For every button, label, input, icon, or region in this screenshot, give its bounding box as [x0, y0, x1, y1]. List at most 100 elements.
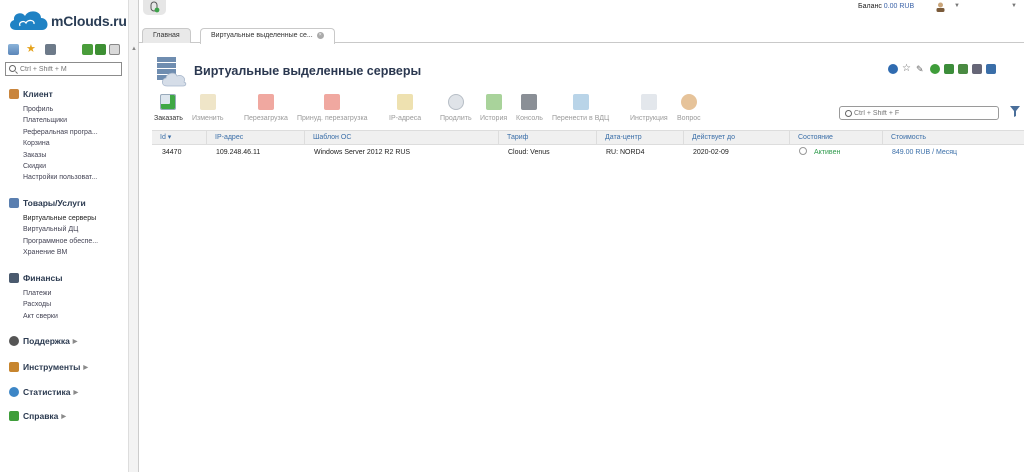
client-icon	[9, 89, 19, 99]
balance-label: Баланс	[858, 3, 882, 10]
logo[interactable]: mClouds.ru	[8, 6, 133, 36]
history-icon	[485, 94, 502, 110]
column-header-cost[interactable]: Стоимость	[882, 131, 1024, 145]
chevron-right-icon: ▶	[83, 364, 89, 371]
question-button[interactable]: Вопрос	[677, 94, 701, 122]
console-button[interactable]: Консоль	[516, 94, 543, 122]
tab-bar: Главная Виртуальные выделенные се... ×	[139, 26, 1024, 44]
pin-icon[interactable]: ✎	[916, 64, 926, 74]
sidebar-group-services: Товары/Услуги Виртуальные серверы Виртуа…	[9, 197, 98, 259]
globe-icon[interactable]	[930, 64, 940, 74]
refresh-icon[interactable]	[888, 64, 898, 74]
favorite-star-icon[interactable]: ☆	[902, 64, 912, 74]
force-reboot-button[interactable]: Принуд. перезагрузка	[297, 94, 368, 122]
instruction-button[interactable]: Инструкция	[630, 94, 668, 122]
user-avatar-icon[interactable]	[936, 2, 945, 12]
star-icon[interactable]: ★	[26, 44, 37, 55]
sidebar-item-software[interactable]: Программное обеспе...	[23, 236, 98, 247]
column-header-dc[interactable]: Дата-центр	[596, 131, 683, 145]
reboot-button[interactable]: Перезагрузка	[244, 94, 288, 122]
sidebar-item-virtual-dc[interactable]: Виртуальный ДЦ	[23, 224, 98, 235]
cell-until: 2020-02-09	[693, 149, 729, 156]
ip-icon	[397, 94, 414, 110]
sidebar-item-vm-storage[interactable]: Хранение ВМ	[23, 247, 98, 258]
sidebar-item-expenses[interactable]: Расходы	[23, 299, 62, 310]
expand-icon[interactable]	[82, 44, 93, 55]
sidebar-collapse-strip[interactable]: ▲	[128, 0, 139, 472]
chevron-right-icon: ▶	[72, 338, 78, 345]
console-icon	[521, 94, 538, 110]
history-button[interactable]: История	[480, 94, 507, 122]
sidebar-item-discounts[interactable]: Скидки	[23, 161, 98, 172]
chevron-right-icon: ▶	[61, 413, 67, 420]
sidebar-item-payers[interactable]: Плательщики	[23, 115, 98, 126]
excel-icon[interactable]	[958, 64, 968, 74]
collapse-icon[interactable]	[95, 44, 106, 55]
sidebar-item-profile[interactable]: Профиль	[23, 104, 98, 115]
sort-desc-icon: ▾	[167, 134, 172, 141]
export-icon[interactable]	[944, 64, 954, 74]
sidebar-item-referral[interactable]: Реферальная програ...	[23, 127, 98, 138]
table-row[interactable]: 34470 109.248.46.11 Windows Server 2012 …	[152, 145, 1024, 160]
filter-icon[interactable]	[1010, 106, 1020, 117]
search-icon	[845, 110, 852, 117]
sidebar-item-reconciliation[interactable]: Акт сверки	[23, 311, 62, 322]
services-icon	[9, 198, 19, 208]
sidebar-item-cart[interactable]: Корзина	[23, 138, 98, 149]
server-cloud-icon	[157, 57, 187, 87]
sidebar-item-orders[interactable]: Заказы	[23, 150, 98, 161]
instruction-icon	[640, 94, 657, 110]
clock-icon	[447, 94, 464, 110]
sidebar-group-title[interactable]: Товары/Услуги	[9, 197, 98, 209]
sidebar-group-title[interactable]: Клиент	[9, 88, 98, 100]
user-menu-caret-icon[interactable]: ▼	[954, 3, 960, 9]
cell-id: 34470	[162, 149, 182, 156]
edit-button[interactable]: Изменить	[192, 94, 224, 122]
reboot-icon	[257, 94, 274, 110]
renew-button[interactable]: Продлить	[440, 94, 472, 122]
add-order-icon	[160, 94, 177, 110]
sidebar-group-help[interactable]: Справка ▶	[9, 410, 66, 422]
column-header-status[interactable]: Состояние	[789, 131, 882, 145]
cell-cost[interactable]: 849.00 RUB / Месяц	[882, 145, 957, 160]
pin-icon[interactable]	[109, 44, 120, 55]
settings-icon[interactable]	[986, 64, 996, 74]
force-reboot-icon	[324, 94, 341, 110]
mouse-icon	[150, 1, 160, 13]
ip-addresses-button[interactable]: IP-адреса	[389, 94, 421, 122]
sidebar-group-support[interactable]: Поддержка ▶	[9, 335, 77, 347]
print-icon[interactable]	[972, 64, 982, 74]
briefcase-icon[interactable]	[45, 44, 56, 55]
table-search-input[interactable]	[854, 108, 994, 119]
table-search[interactable]	[839, 106, 999, 120]
mouse-mode-button[interactable]	[143, 0, 166, 15]
sidebar-search-input[interactable]	[20, 64, 120, 75]
help-icon	[9, 411, 19, 421]
sidebar-group-tools[interactable]: Инструменты ▶	[9, 361, 88, 373]
sidebar-item-user-settings[interactable]: Настройки пользоват...	[23, 172, 98, 183]
tab-home[interactable]: Главная	[142, 28, 191, 43]
move-to-vdc-button[interactable]: Перенести в ВДЦ	[552, 94, 609, 122]
balance-value[interactable]: 0.00 RUB	[884, 3, 914, 10]
servers-table: Id ▾ IP-адрес Шаблон ОС Тариф Дата-центр…	[152, 130, 1024, 160]
column-header-id[interactable]: Id ▾	[152, 131, 206, 145]
column-header-ip[interactable]: IP-адрес	[206, 131, 304, 145]
order-button[interactable]: Заказать	[154, 94, 183, 122]
page-header-tools: ☆ ✎	[888, 64, 996, 76]
sidebar-item-payments[interactable]: Платежи	[23, 288, 62, 299]
close-tab-icon[interactable]: ×	[316, 31, 324, 39]
status-clock-icon	[799, 147, 807, 155]
question-icon	[680, 94, 697, 110]
tab-virtual-servers[interactable]: Виртуальные выделенные се... ×	[200, 28, 335, 44]
tree-icon[interactable]	[8, 44, 19, 55]
settings-caret-icon[interactable]: ▼	[1011, 3, 1017, 9]
sidebar-item-virtual-servers[interactable]: Виртуальные серверы	[23, 213, 98, 224]
edit-icon	[199, 94, 216, 110]
sidebar-group-stats[interactable]: Статистика ▶	[9, 386, 78, 398]
sidebar-search[interactable]	[5, 62, 122, 76]
search-icon	[9, 65, 16, 72]
column-header-os[interactable]: Шаблон ОС	[304, 131, 498, 145]
column-header-tariff[interactable]: Тариф	[498, 131, 596, 145]
sidebar-group-title[interactable]: Финансы	[9, 272, 62, 284]
column-header-until[interactable]: Действует до	[683, 131, 789, 145]
